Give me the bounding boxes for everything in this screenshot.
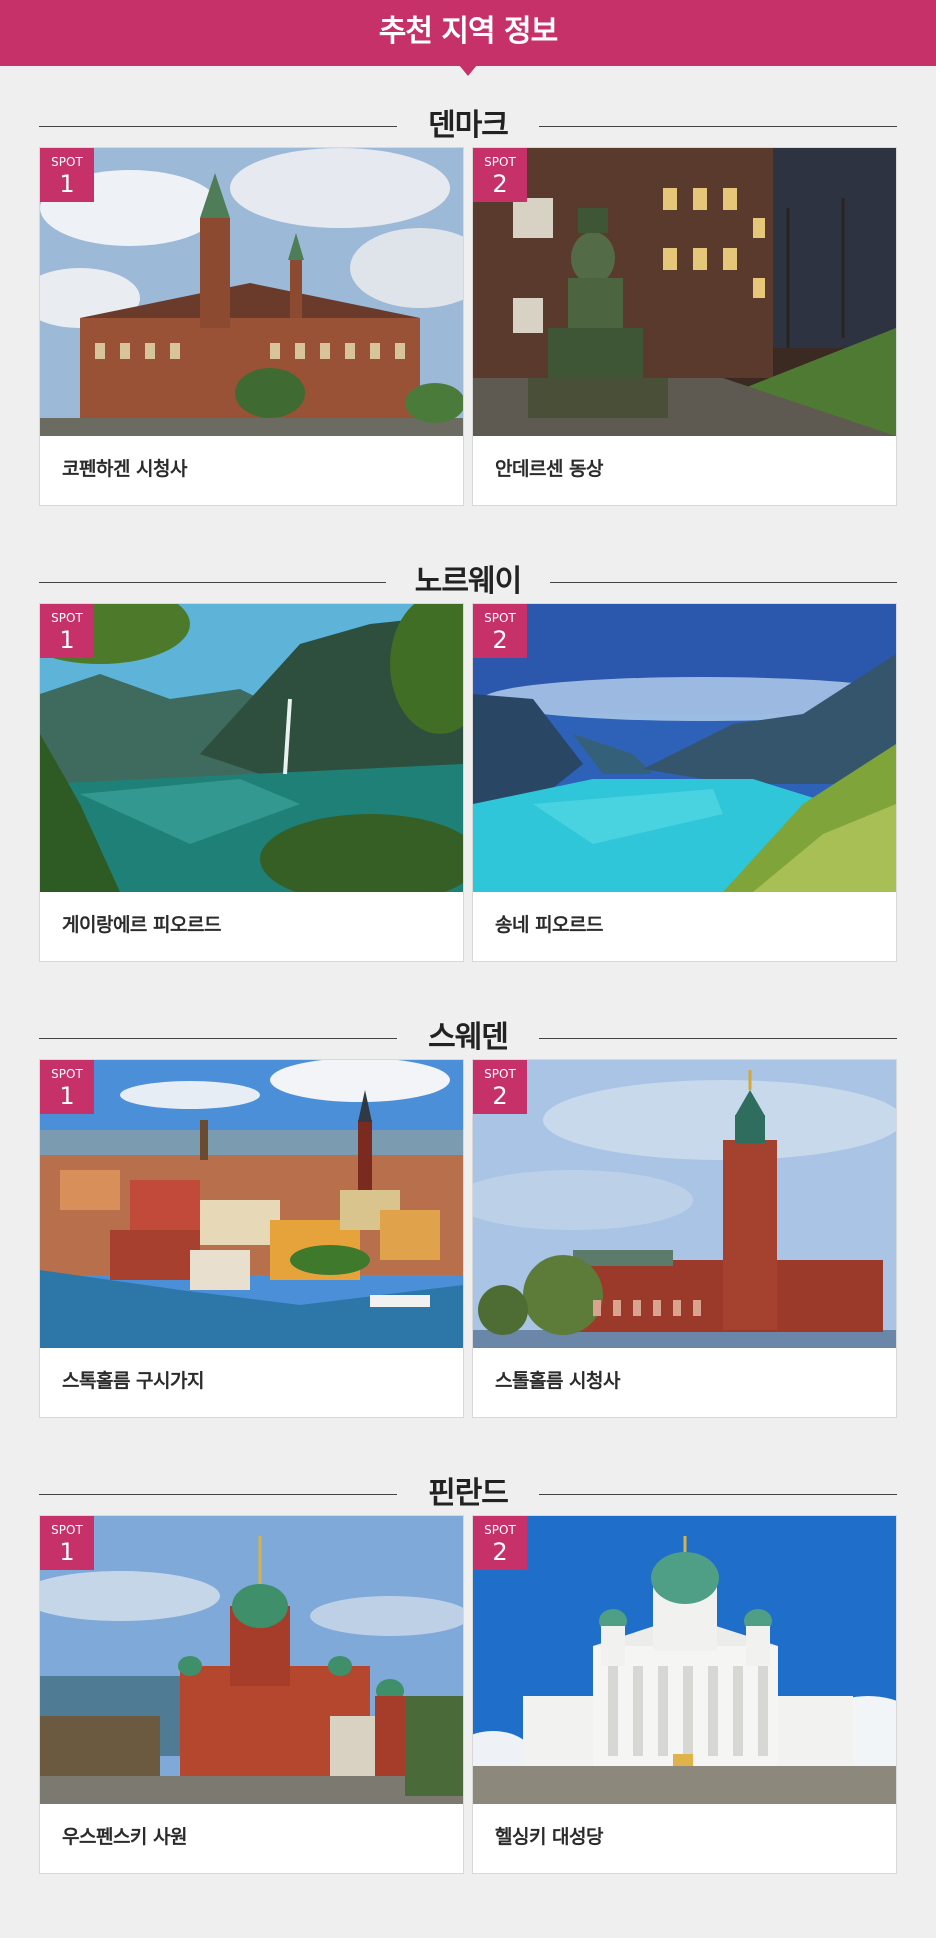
spot-number: 1: [59, 1538, 75, 1566]
spot-card-stockholm-city-hall[interactable]: SPOT 2 스톨홀름 시청사: [472, 1059, 897, 1418]
stockholm-city-hall-photo: [473, 1060, 896, 1348]
page-title: 추천 지역 정보: [378, 14, 559, 49]
spot-label: SPOT: [484, 1067, 516, 1081]
spot-label: SPOT: [51, 1067, 83, 1081]
spot-badge: SPOT 2: [473, 148, 527, 202]
section-heading: 노르웨이: [39, 563, 897, 603]
sognefjord-photo: [473, 604, 896, 892]
spot-badge: SPOT 1: [40, 1516, 94, 1570]
section-heading: 스웨덴: [39, 1019, 897, 1059]
spot-number: 2: [492, 1082, 508, 1110]
spot-card-uspenski-cathedral[interactable]: SPOT 1 우스펜스키 사원: [39, 1515, 464, 1874]
spot-name: 스톡홀름 구시가지: [62, 1370, 204, 1392]
spot-label: SPOT: [51, 611, 83, 625]
section-finland: 핀란드 SPOT 1 우스펜스키 사원 SPOT 2 헬싱키 대성당: [39, 1475, 897, 1895]
header-banner: 추천 지역 정보: [0, 0, 936, 76]
spot-number: 1: [59, 626, 75, 654]
geirangerfjord-photo: [40, 604, 463, 892]
spot-badge: SPOT 1: [40, 1060, 94, 1114]
spot-card-geirangerfjord[interactable]: SPOT 1 게이랑에르 피오르드: [39, 603, 464, 962]
helsinki-cathedral-photo: [473, 1516, 896, 1804]
spot-number: 2: [492, 1538, 508, 1566]
spot-name: 우스펜스키 사원: [62, 1826, 187, 1848]
divider-line-right: [539, 1038, 897, 1039]
spot-card-copenhagen-city-hall[interactable]: SPOT 1 코펜하겐 시청사: [39, 147, 464, 506]
divider-line-right: [539, 126, 897, 127]
spot-name: 게이랑에르 피오르드: [62, 914, 221, 936]
spot-label: SPOT: [484, 611, 516, 625]
divider-line-right: [550, 582, 897, 583]
spot-number: 2: [492, 170, 508, 198]
spot-card-sognefjord[interactable]: SPOT 2 송네 피오르드: [472, 603, 897, 962]
stockholm-old-town-photo: [40, 1060, 463, 1348]
spot-name: 코펜하겐 시청사: [62, 458, 187, 480]
spot-label: SPOT: [484, 1523, 516, 1537]
spot-number: 2: [492, 626, 508, 654]
spot-card-andersen-statue[interactable]: SPOT 2 안데르센 동상: [472, 147, 897, 506]
spot-badge: SPOT 2: [473, 1516, 527, 1570]
city-hall-photo: [40, 148, 463, 436]
spot-card-stockholm-old-town[interactable]: SPOT 1 스톡홀름 구시가지: [39, 1059, 464, 1418]
divider-line-right: [539, 1494, 897, 1495]
spot-card-helsinki-cathedral[interactable]: SPOT 2 헬싱키 대성당: [472, 1515, 897, 1874]
spot-name: 헬싱키 대성당: [495, 1826, 604, 1848]
spot-badge: SPOT 1: [40, 148, 94, 202]
section-denmark: 덴마크 SPOT 1 코펜하겐 시청사 SPOT 2 안데르센 동상: [39, 107, 897, 527]
spot-label: SPOT: [51, 1523, 83, 1537]
spot-number: 1: [59, 1082, 75, 1110]
spot-label: SPOT: [484, 155, 516, 169]
andersen-statue-photo: [473, 148, 896, 436]
spot-badge: SPOT 2: [473, 604, 527, 658]
spot-badge: SPOT 2: [473, 1060, 527, 1114]
uspenski-cathedral-photo: [40, 1516, 463, 1804]
section-heading: 핀란드: [39, 1475, 897, 1515]
spot-badge: SPOT 1: [40, 604, 94, 658]
section-norway: 노르웨이 SPOT 1 게이랑에르 피오르드 SPOT 2 송네 피오르드: [39, 563, 897, 983]
spot-number: 1: [59, 170, 75, 198]
spot-name: 안데르센 동상: [495, 458, 604, 480]
spot-name: 스톨홀름 시청사: [495, 1370, 620, 1392]
banner-pointer: [459, 65, 477, 76]
spot-name: 송네 피오르드: [495, 914, 604, 936]
section-heading: 덴마크: [39, 107, 897, 147]
section-sweden: 스웨덴 SPOT 1 스톡홀름 구시가지 SPOT 2 스톨홀름 시청사: [39, 1019, 897, 1439]
spot-label: SPOT: [51, 155, 83, 169]
